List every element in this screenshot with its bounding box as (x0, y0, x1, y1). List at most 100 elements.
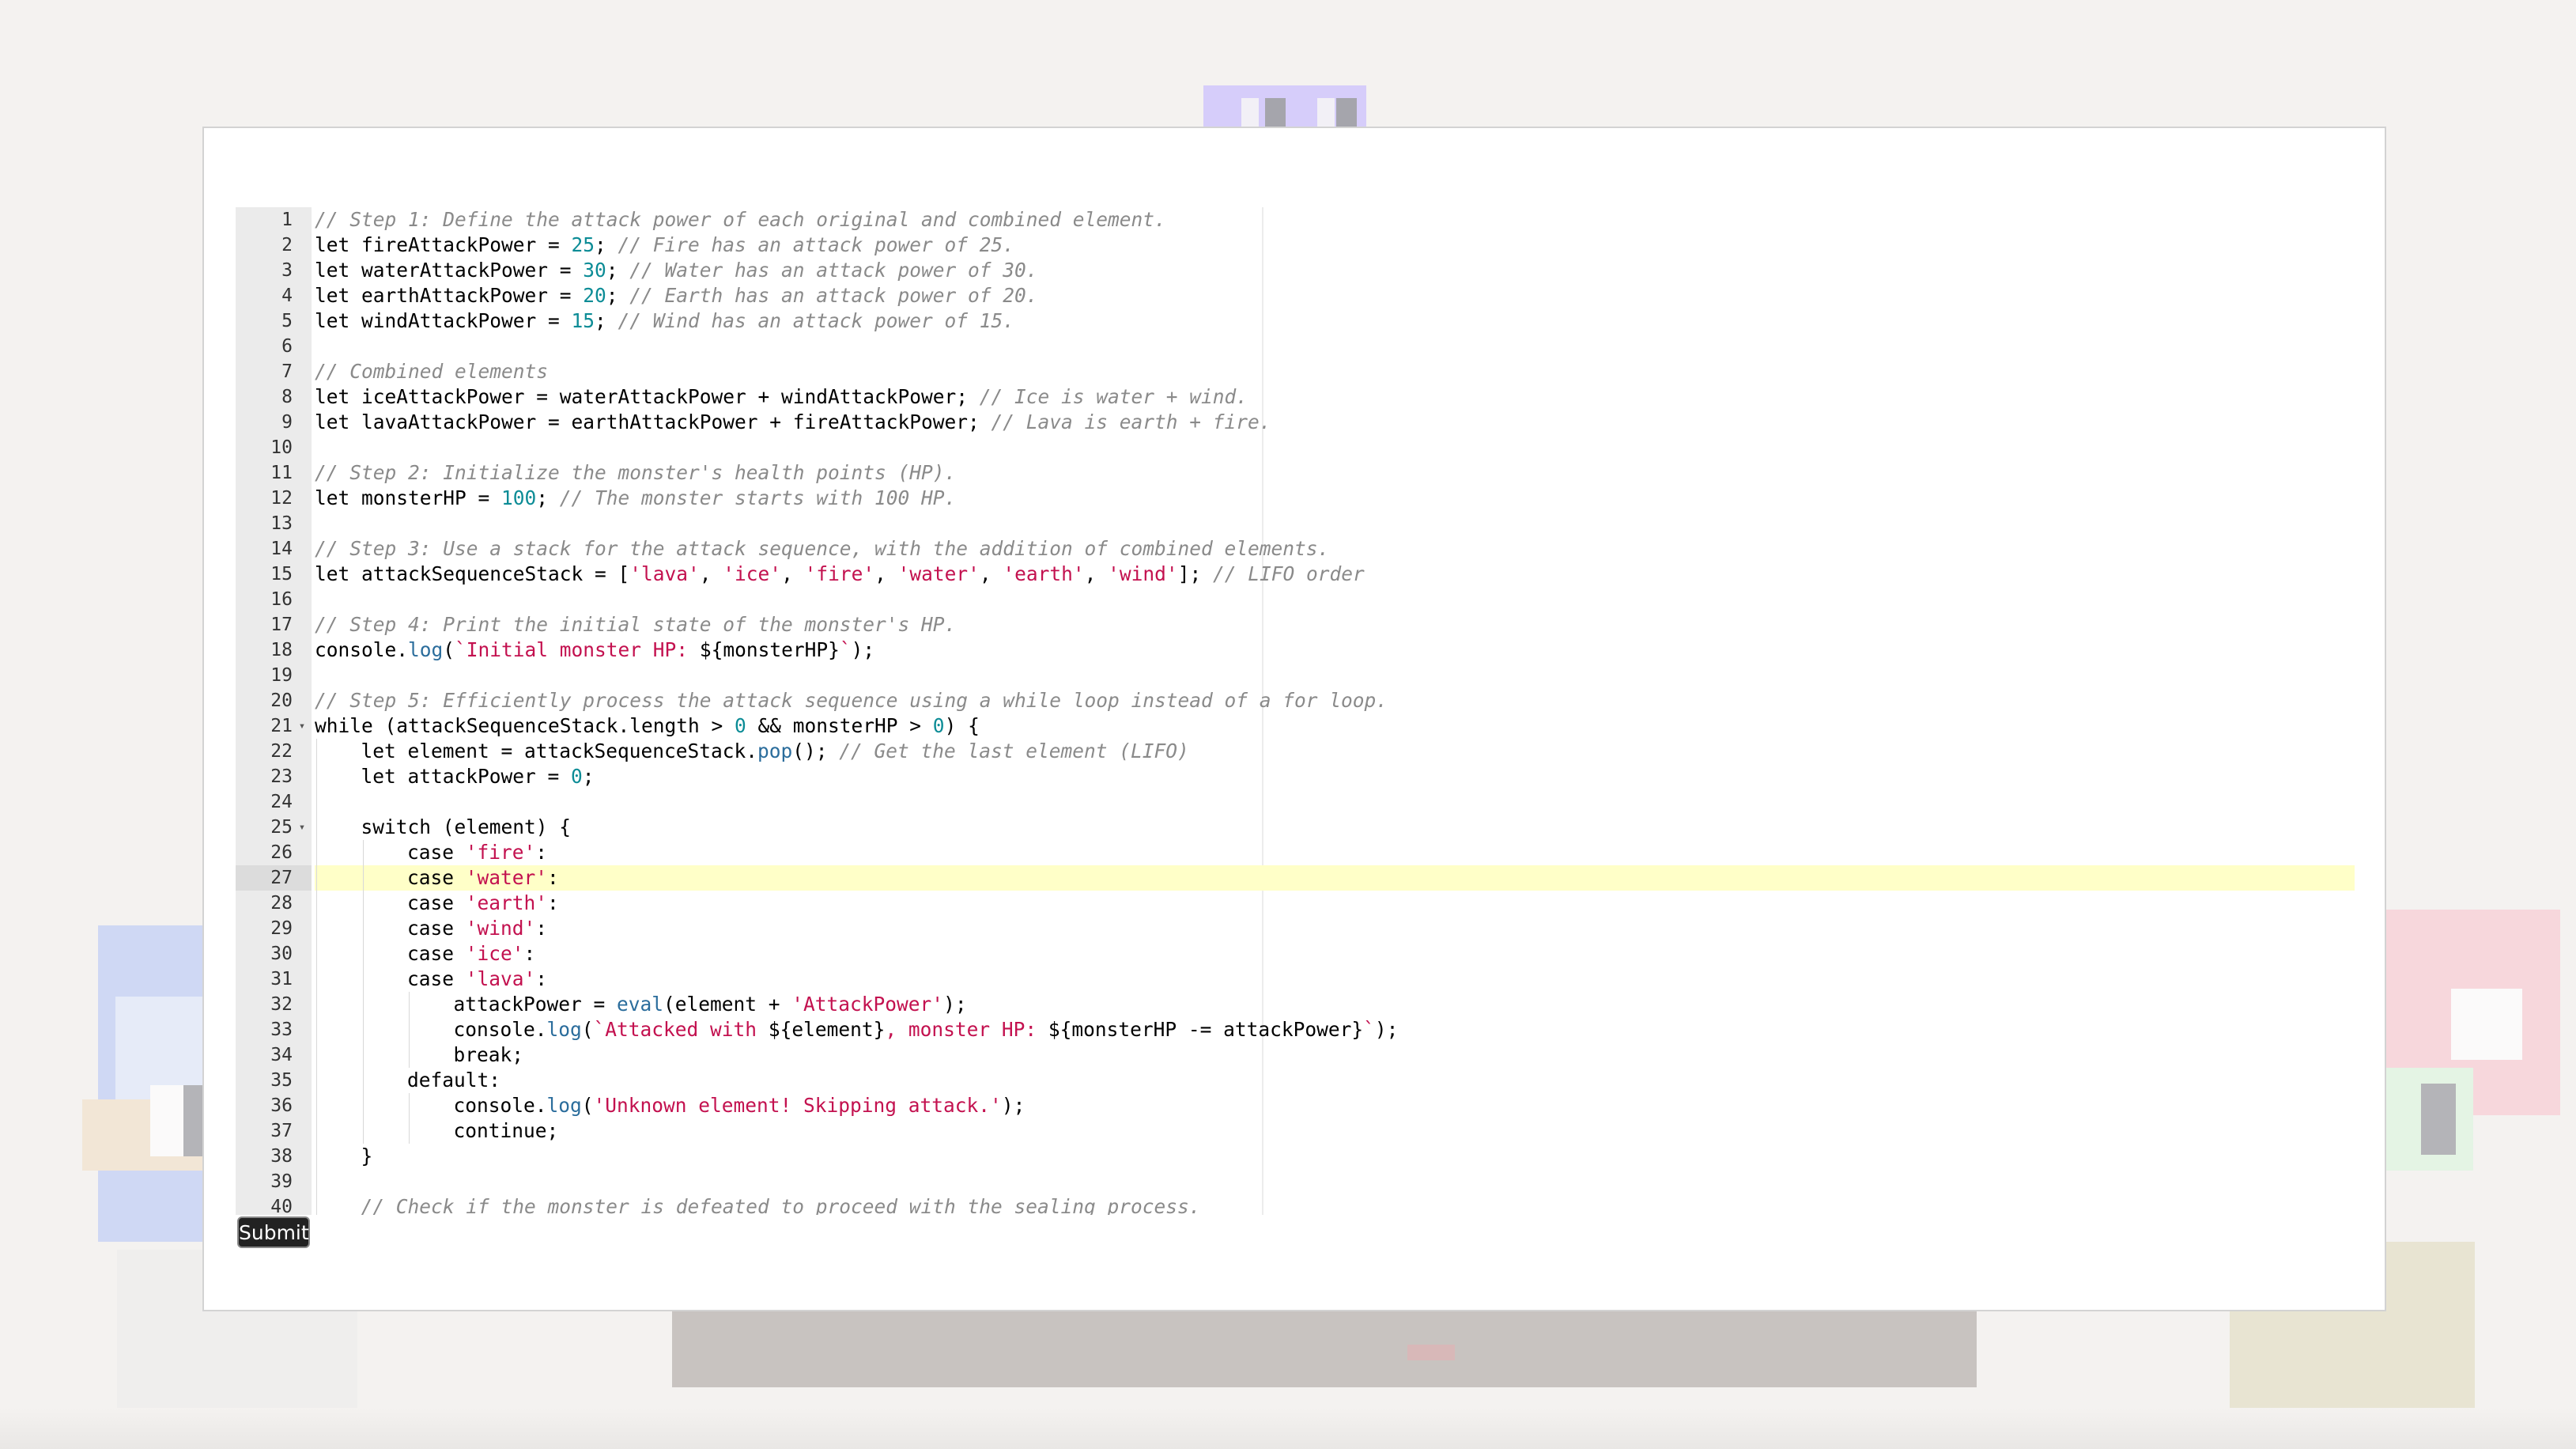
code-line[interactable]: 4 let earthAttackPower = 20; // Earth has… (236, 283, 2355, 308)
code-line[interactable]: 10 (236, 435, 2355, 460)
code-text: case 'ice': (315, 942, 535, 965)
code-line[interactable]: 17 // Step 4: Print the initial state of … (236, 612, 2355, 637)
code-line-content: let waterAttackPower = 30; // Water has … (315, 258, 2355, 283)
code-line[interactable]: 34 break; (236, 1042, 2355, 1068)
code-line[interactable]: 13 (236, 511, 2355, 536)
code-text: let attackPower = 0; (315, 765, 595, 788)
code-line[interactable]: 21 ▾ while (attackSequenceStack.length > 0… (236, 713, 2355, 739)
code-line[interactable]: 12 let monsterHP = 100; // The monster st… (236, 486, 2355, 511)
code-token: ${monsterHP -= attackPower} (1048, 1018, 1364, 1041)
code-line[interactable]: 25 ▾ switch (element) { (236, 815, 2355, 840)
code-token: : (535, 967, 548, 990)
code-line-content: } (315, 1144, 2355, 1169)
code-line[interactable]: 26 case 'fire': (236, 840, 2355, 865)
line-number: 36 (270, 1095, 293, 1116)
code-line[interactable]: 32 attackPower = eval(element + 'AttackPo… (236, 992, 2355, 1017)
code-text: let earthAttackPower = 20; // Earth has … (315, 284, 1038, 307)
code-line-content: case 'wind': (315, 916, 2355, 941)
indent-guide (316, 840, 317, 865)
code-line-content: let windAttackPower = 15; // Wind has an… (315, 308, 2355, 334)
fold-toggle-icon[interactable]: ▾ (296, 815, 308, 840)
submit-button[interactable]: Submit (237, 1216, 310, 1248)
code-line[interactable]: 7 // Combined elements (236, 359, 2355, 384)
code-text: // Combined elements (315, 360, 548, 383)
code-token: 0 (932, 714, 945, 737)
indent-guide (316, 1042, 317, 1068)
indent-guide (409, 1042, 410, 1068)
code-line[interactable]: 9 let lavaAttackPower = earthAttackPower … (236, 410, 2355, 435)
indent-guide (316, 1194, 317, 1215)
code-token: while (attackSequenceStack.length > (315, 714, 735, 737)
code-line[interactable]: 29 case 'wind': (236, 916, 2355, 941)
code-token: // Water has an attack power of 30. (629, 259, 1038, 282)
code-text: let element = attackSequenceStack.pop();… (315, 740, 1189, 762)
code-line[interactable]: 15 let attackSequenceStack = ['lava', 'ic… (236, 562, 2355, 587)
code-line[interactable]: 1 // Step 1: Define the attack power of e… (236, 207, 2355, 233)
code-token: log (546, 1094, 582, 1117)
code-token: 'Unknown element! Skipping attack.' (593, 1094, 1002, 1117)
indent-guide (316, 739, 317, 764)
code-token: 0 (571, 765, 583, 788)
code-token: 100 (501, 486, 537, 509)
code-token: let monsterHP = (315, 486, 502, 509)
code-line-content: let attackSequenceStack = ['lava', 'ice'… (315, 562, 2355, 587)
code-line[interactable]: 19 (236, 663, 2355, 688)
code-token: 'earth' (465, 891, 548, 914)
line-number: 30 (270, 944, 293, 964)
line-number: 34 (270, 1045, 293, 1065)
code-token: log (546, 1018, 582, 1041)
code-token: ; (595, 233, 618, 256)
code-token: // Lava is earth + fire. (991, 410, 1271, 433)
code-line[interactable]: 6 (236, 334, 2355, 359)
code-line[interactable]: 38} (236, 1144, 2355, 1169)
line-number: 14 (270, 539, 293, 559)
code-line-content: case 'lava': (315, 967, 2355, 992)
code-line[interactable]: 3 let waterAttackPower = 30; // Water has… (236, 258, 2355, 283)
code-token: // LIFO order (1212, 562, 1365, 585)
code-line[interactable]: 2 let fireAttackPower = 25; // Fire has a… (236, 233, 2355, 258)
code-text: let lavaAttackPower = earthAttackPower +… (315, 410, 1271, 433)
code-line[interactable]: 14 // Step 3: Use a stack for the attack … (236, 536, 2355, 562)
code-line-content: case 'water': (315, 865, 2355, 891)
code-editor[interactable]: 1 // Step 1: Define the attack power of e… (236, 207, 2355, 1215)
code-text: case 'water': (315, 866, 559, 889)
fold-toggle-icon[interactable]: ▾ (296, 713, 308, 739)
code-line[interactable]: 31 case 'lava': (236, 967, 2355, 992)
line-number: 19 (270, 665, 293, 686)
indent-guide (409, 1118, 410, 1144)
code-text: let waterAttackPower = 30; // Water has … (315, 259, 1038, 282)
code-line[interactable]: 18 console.log(`Initial monster HP: ${mon… (236, 637, 2355, 663)
code-line[interactable]: 27 case 'water': (236, 865, 2355, 891)
code-line-content: case 'ice': (315, 941, 2355, 967)
code-line[interactable]: 39 (236, 1169, 2355, 1194)
code-line[interactable]: 30 case 'ice': (236, 941, 2355, 967)
code-line[interactable]: 8 let iceAttackPower = waterAttackPower +… (236, 384, 2355, 410)
code-line[interactable]: 28 case 'earth': (236, 891, 2355, 916)
code-line[interactable]: 37 continue; (236, 1118, 2355, 1144)
code-text: case 'fire': (315, 841, 547, 864)
code-token: let attackPower = (361, 765, 572, 788)
code-line[interactable]: 5 let windAttackPower = 15; // Wind has a… (236, 308, 2355, 334)
code-line[interactable]: 16 (236, 587, 2355, 612)
code-token: // Step 3: Use a stack for the attack se… (315, 537, 1330, 560)
code-line[interactable]: 36 console.log('Unknown element! Skipping… (236, 1093, 2355, 1118)
code-text: continue; (315, 1119, 559, 1142)
code-line[interactable]: 24 (236, 789, 2355, 815)
code-token: eval (617, 993, 664, 1016)
code-line[interactable]: 22 let element = attackSequenceStack.pop(… (236, 739, 2355, 764)
indent-guide (316, 1118, 317, 1144)
code-line[interactable]: 40 // Check if the monster is defeated to… (236, 1194, 2355, 1215)
code-line[interactable]: 20 // Step 5: Efficiently process the att… (236, 688, 2355, 713)
code-line[interactable]: 23 let attackPower = 0; (236, 764, 2355, 789)
code-token: , (874, 562, 898, 585)
code-text: default: (315, 1069, 500, 1091)
code-token: ; (536, 486, 560, 509)
code-line[interactable]: 33 console.log(`Attacked with ${element},… (236, 1017, 2355, 1042)
indent-guide (316, 815, 317, 840)
code-lines: 1 // Step 1: Define the attack power of e… (236, 207, 2355, 1215)
code-line[interactable]: 11 // Step 2: Initialize the monster's he… (236, 460, 2355, 486)
code-line[interactable]: 35 default: (236, 1068, 2355, 1093)
indent-guide (362, 891, 364, 916)
code-text: break; (315, 1043, 524, 1066)
code-text: let monsterHP = 100; // The monster star… (315, 486, 956, 509)
